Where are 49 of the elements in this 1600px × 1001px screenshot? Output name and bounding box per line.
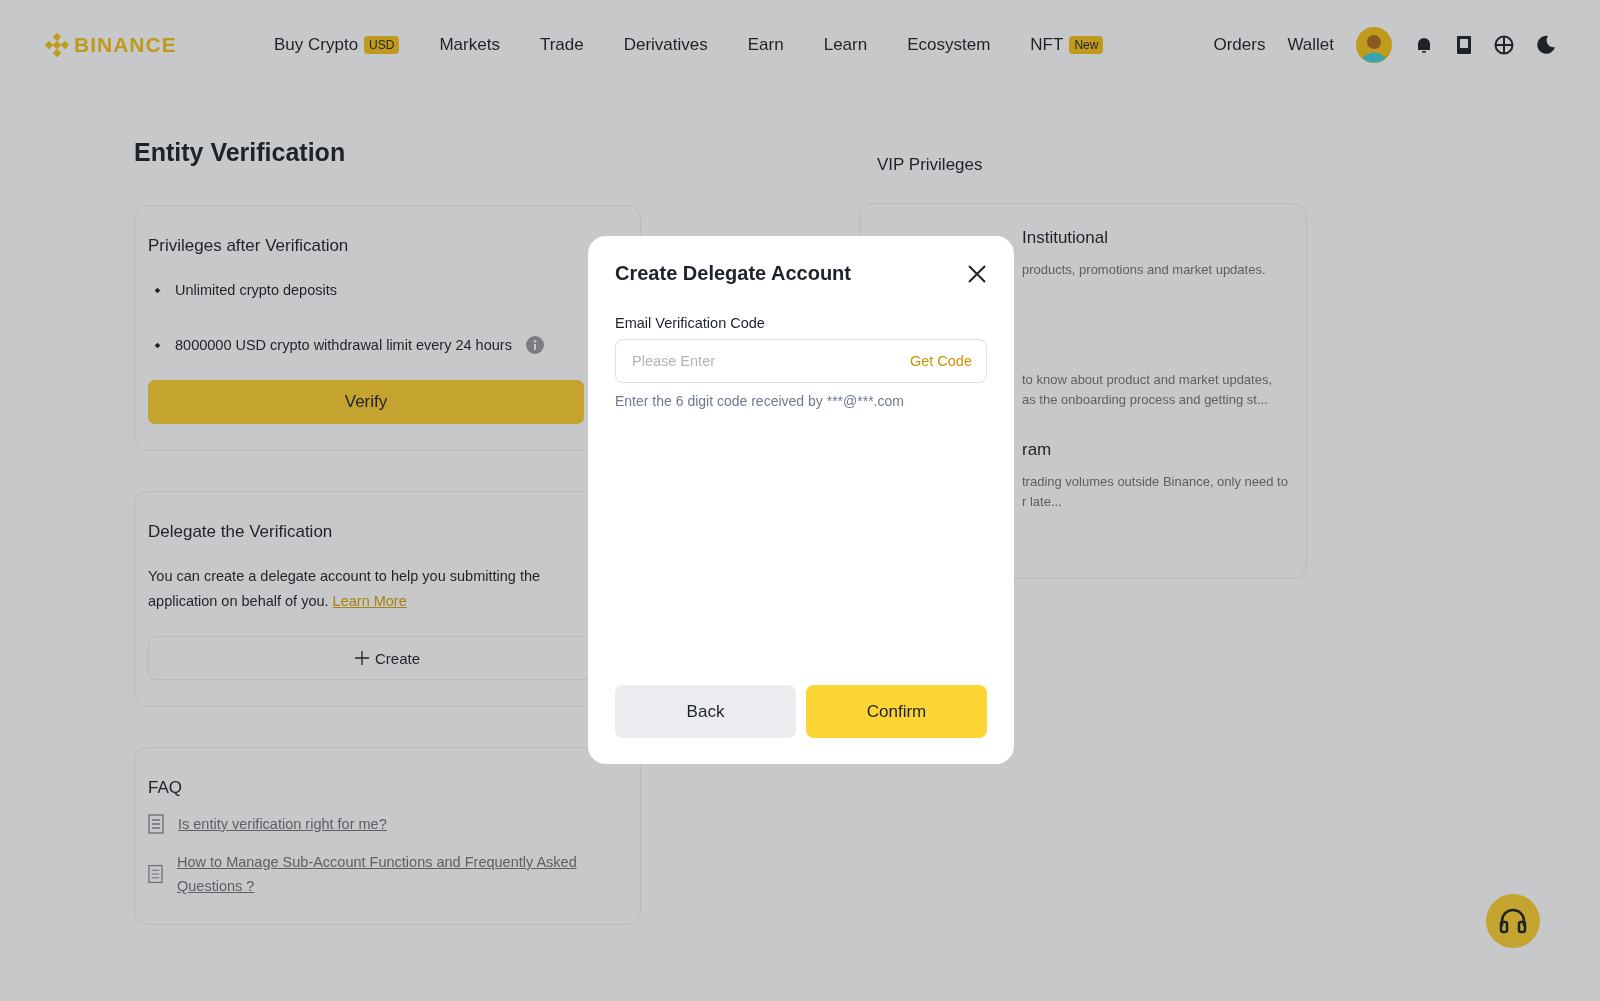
- document-icon: [148, 814, 164, 834]
- bullet-icon: [154, 341, 161, 349]
- nav-link[interactable]: Markets: [439, 35, 500, 55]
- confirm-button[interactable]: Confirm: [806, 685, 987, 738]
- vip-description: trading volumes outside Binance, only need to: [1022, 473, 1289, 491]
- globe-icon[interactable]: [1494, 35, 1514, 55]
- headset-icon: [1498, 908, 1528, 934]
- vip-description: r late...: [1022, 493, 1063, 511]
- page-title: Entity Verification: [134, 138, 347, 167]
- bullet-icon: [154, 286, 161, 294]
- delegate-description: You can create a delegate account to help you submitting the application on behalf of you. Learn More: [148, 567, 542, 611]
- nav-link[interactable]: Trade: [539, 35, 584, 55]
- card-title: FAQ: [148, 778, 183, 798]
- avatar-icon[interactable]: [1356, 27, 1392, 63]
- nav-link[interactable]: Earn: [747, 35, 784, 55]
- nav-link[interactable]: Wallet: [1287, 35, 1334, 55]
- hint-text: Enter the 6 digit code received by ***@***.com: [615, 393, 905, 409]
- vip-description: to know about product and market updates,: [1022, 371, 1274, 389]
- modal-title: Create Delegate Account: [615, 262, 851, 285]
- moon-icon[interactable]: [1536, 35, 1556, 55]
- nav-link[interactable]: Derivatives: [623, 35, 708, 55]
- nav-link[interactable]: Learn: [823, 35, 868, 55]
- nav-badge: USD: [364, 36, 400, 54]
- verify-button[interactable]: Verify: [148, 380, 584, 424]
- back-button[interactable]: Back: [615, 685, 796, 738]
- logo-text: BINANCE: [74, 33, 177, 57]
- document-icon: [148, 864, 163, 884]
- vip-description: products, promotions and market updates.: [1022, 261, 1267, 279]
- vip-heading: Institutional: [1022, 228, 1109, 248]
- faq-link[interactable]: How to Manage Sub-Account Functions and Frequently Asked Questions ?: [176, 850, 627, 898]
- support-button[interactable]: [1486, 894, 1540, 948]
- vip-description: as the onboarding process and getting st...: [1022, 391, 1269, 409]
- card-title: Delegate the Verification: [148, 522, 334, 542]
- privilege-text: Unlimited crypto deposits: [175, 282, 337, 298]
- field-label: Email Verification Code: [615, 315, 766, 331]
- nav-link[interactable]: NFT New: [1030, 35, 1104, 55]
- privilege-text: 8000000 USD crypto withdrawal limit every 24 hours: [175, 337, 512, 353]
- card-title: Privileges after Verification: [148, 236, 350, 256]
- vip-heading: ram: [1022, 440, 1053, 460]
- diamond-logo-icon: [44, 32, 70, 58]
- nav-badge: New: [1069, 36, 1104, 54]
- nav-link[interactable]: Orders: [1213, 35, 1266, 55]
- section-title: VIP Privileges: [876, 155, 984, 175]
- nav-link[interactable]: Buy Crypto USD: [274, 35, 400, 55]
- phone-icon[interactable]: [1456, 35, 1472, 55]
- close-icon[interactable]: [967, 263, 987, 284]
- plus-icon: [355, 651, 369, 665]
- faq-link[interactable]: Is entity verification right for me?: [178, 812, 387, 836]
- nav-link[interactable]: Ecosystem: [907, 35, 991, 55]
